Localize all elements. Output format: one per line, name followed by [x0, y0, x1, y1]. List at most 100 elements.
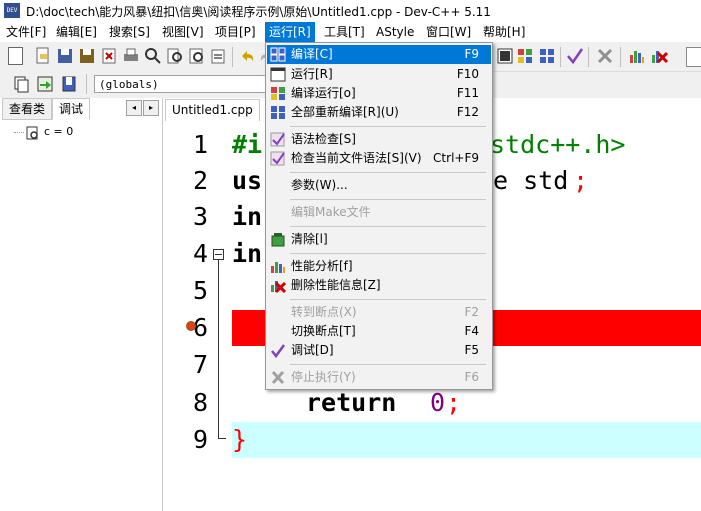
menu-item-shortcut: F10 [456, 67, 479, 81]
line-number: 3 [192, 202, 208, 231]
editor-tab-untitled1[interactable]: Untitled1.cpp [165, 99, 260, 121]
syntax-check-file-icon [270, 151, 286, 166]
title-bar: DEV D:\doc\tech\能力风暴\纽扣\信奥\阅读程序示例\原始\Unt… [0, 0, 701, 22]
find-icon[interactable] [144, 47, 162, 65]
menu-run[interactable]: 运行[R] [265, 22, 315, 42]
menu-item-label: 编译[C] [291, 47, 333, 61]
menu-item-goto-breakpoint[interactable]: 转到断点(X) F2 [267, 303, 491, 322]
menu-item-parameters[interactable]: 参数(W)... [267, 176, 491, 195]
watch-variable-icon [26, 126, 40, 143]
toolbar-separator [588, 47, 589, 67]
menu-item-shortcut: F6 [464, 370, 479, 384]
goto-line-icon[interactable] [210, 47, 228, 65]
code-line-1-start[interactable]: #i [232, 127, 262, 163]
delete-profile-toolbar-icon[interactable] [650, 47, 669, 65]
profile-toolbar-icon[interactable] [628, 47, 646, 65]
menu-item-debug[interactable]: 调试[D] F5 [267, 341, 491, 360]
menu-tools[interactable]: 工具[T] [320, 22, 369, 42]
scope-selector[interactable]: (globals) [94, 75, 266, 93]
menu-item-label: 检查当前文件语法[S](V) [291, 151, 422, 165]
menu-item-clean[interactable]: 清除[l] [267, 230, 491, 249]
rebuild-icon [270, 105, 286, 120]
replace-icon[interactable] [188, 47, 206, 65]
grid-toolbar-icon[interactable] [538, 47, 556, 65]
print-icon[interactable] [122, 47, 140, 65]
menu-item-label: 删除性能信息[Z] [291, 278, 381, 292]
menu-item-syntax-check[interactable]: 语法检查[S] [267, 130, 491, 149]
run-icon [270, 67, 286, 82]
menu-item-syntax-check-file[interactable]: 检查当前文件语法[S](V) Ctrl+F9 [267, 149, 491, 168]
open-file-icon[interactable] [34, 47, 52, 65]
debug-check-toolbar-icon[interactable] [566, 47, 584, 65]
menu-separator [290, 126, 486, 127]
menu-item-toggle-breakpoint[interactable]: 切换断点[T] F4 [267, 322, 491, 341]
code-line-2-end[interactable]: e std [493, 163, 568, 199]
watch-variable[interactable]: c = 0 [44, 125, 73, 138]
menu-item-label: 全部重新编译[R](U) [291, 105, 399, 119]
tab-debug[interactable]: 调试 [52, 98, 91, 120]
code-line-9[interactable]: } [232, 422, 247, 458]
menu-view[interactable]: 视图[V] [158, 22, 208, 42]
bookmark-icon[interactable] [60, 75, 78, 93]
code-line-1-end[interactable]: stdc++.h> [490, 127, 625, 163]
find-next-icon[interactable] [166, 47, 184, 65]
breakpoint-marker-icon[interactable] [185, 320, 197, 335]
menu-window[interactable]: 窗口[W] [422, 22, 475, 42]
line-number: 7 [192, 350, 208, 379]
menu-item-rebuild-all[interactable]: 全部重新编译[R](U) F12 [267, 103, 491, 122]
menu-item-label: 切换断点[T] [291, 324, 356, 338]
compile-run-toolbar-icon[interactable] [496, 47, 514, 65]
toolbar-separator [620, 47, 621, 67]
menu-item-delete-profile[interactable]: 删除性能信息[Z] [267, 276, 491, 295]
undo-icon[interactable] [238, 47, 256, 65]
code-line-8-semicolon[interactable]: ; [446, 385, 461, 421]
menu-item-label: 清除[l] [291, 232, 328, 246]
run-menu-dropdown: 编译[C] F9 运行[R] F10 编译运行[o] F11 全部重新编译[R]… [265, 42, 493, 390]
save-all-icon[interactable] [78, 47, 96, 65]
compile-icon [270, 47, 286, 62]
tree-line [14, 132, 24, 134]
menu-item-compile[interactable]: 编译[C] F9 [267, 45, 491, 64]
line-number: 9 [192, 425, 208, 454]
menu-project[interactable]: 项目[P] [211, 22, 260, 42]
menu-edit[interactable]: 编辑[E] [52, 22, 101, 42]
new-file-icon[interactable] [8, 47, 23, 65]
menu-search[interactable]: 搜索[S] [105, 22, 154, 42]
close-file-icon[interactable] [100, 47, 118, 65]
tab-class-browser[interactable]: 查看类 [2, 98, 53, 120]
code-line-4[interactable]: in [232, 236, 262, 272]
menu-file[interactable]: 文件[F] [2, 22, 50, 42]
left-panel: 查看类 调试 ◂ ▸ c = 0 [0, 98, 163, 511]
code-line-8-number[interactable]: 0 [430, 385, 445, 421]
code-line-8-return[interactable]: return [306, 385, 396, 421]
menu-bar: 文件[F] 编辑[E] 搜索[S] 视图[V] 项目[P] 运行[R] 工具[T… [0, 22, 701, 42]
tab-scroll-right-button[interactable]: ▸ [143, 100, 159, 116]
menu-astyle[interactable]: AStyle [372, 22, 418, 42]
line-number: 8 [192, 388, 208, 417]
menu-item-stop-execution[interactable]: 停止执行(Y) F6 [267, 368, 491, 387]
toolbar-separator [86, 74, 87, 94]
menu-item-shortcut: F5 [464, 343, 479, 357]
goto-icon[interactable] [36, 75, 54, 93]
menu-item-label: 参数(W)... [291, 178, 348, 192]
menu-item-run[interactable]: 运行[R] F10 [267, 65, 491, 84]
save-icon[interactable] [56, 47, 74, 65]
line-number: 4 [192, 239, 208, 268]
stop-toolbar-icon[interactable] [596, 47, 614, 65]
menu-item-shortcut: F4 [464, 324, 479, 338]
menu-item-edit-makefile[interactable]: 编辑Make文件 [267, 203, 491, 222]
insert-icon[interactable] [12, 75, 30, 93]
tab-scroll-left-button[interactable]: ◂ [126, 100, 142, 116]
tdm-selector[interactable] [686, 47, 701, 67]
menu-separator [290, 364, 486, 365]
rebuild-toolbar-icon[interactable] [516, 47, 534, 65]
code-line-3[interactable]: in [232, 199, 262, 235]
menu-item-compile-run[interactable]: 编译运行[o] F11 [267, 84, 491, 103]
menu-separator [290, 299, 486, 300]
menu-item-profile[interactable]: 性能分析[f] [267, 257, 491, 276]
menu-help[interactable]: 帮助[H] [479, 22, 529, 42]
code-line-2-start[interactable]: us [232, 163, 262, 199]
line-number: 2 [192, 166, 208, 195]
menu-item-label: 运行[R] [291, 67, 333, 81]
code-line-2-semicolon[interactable]: ; [573, 163, 588, 199]
